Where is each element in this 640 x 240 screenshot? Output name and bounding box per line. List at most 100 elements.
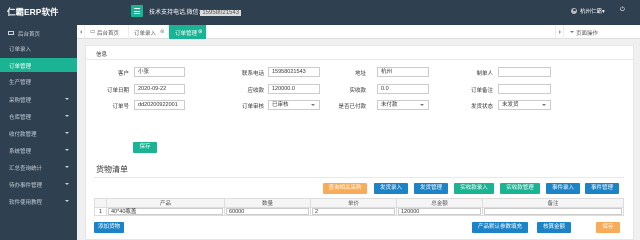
order-remark-field[interactable] [498, 84, 551, 94]
receivable-label: 应收款 [247, 88, 264, 94]
tab-order-entry[interactable]: 订单录入 ⊗ [129, 25, 169, 39]
sidebar-item-label: 待办事件管理 [9, 183, 43, 189]
sidebar-item-label: 系统管理 [9, 149, 32, 155]
sidebar-item-home[interactable]: 后台首页 [0, 26, 77, 40]
creator-label: 制单人 [476, 71, 493, 77]
paid-select[interactable]: 未付款 [377, 100, 429, 110]
tab-label: 订单录入 [134, 31, 157, 37]
sidebar-item-system[interactable]: 系统管理 [0, 143, 77, 157]
sidebar-item-label: 仓库管理 [9, 115, 32, 121]
ship-manage-button[interactable]: 发货管理 [414, 183, 448, 194]
goods-table: 产品 数量 单价 总金额 备注 1 40*40瓶盖 60000 2 120000 [94, 198, 624, 216]
column-header: 备注 [482, 198, 624, 208]
ship-status-label: 发货状态 [470, 104, 493, 110]
column-header: 数量 [224, 198, 311, 208]
tab-home[interactable]: ▭ 后台首页 [85, 25, 129, 39]
sidebar-item-label: 汇总查询统计 [9, 166, 43, 172]
save-button[interactable]: 保存 [133, 142, 157, 153]
sidebar-item-production[interactable]: 生产管理 [0, 74, 77, 88]
fill-defaults-button[interactable]: 产品默认参数填充 [472, 222, 528, 233]
column-header: 总金额 [396, 198, 483, 208]
chevron-down-icon [570, 31, 574, 33]
tab-scroll-right-button[interactable] [555, 25, 563, 39]
payment-entry-button[interactable]: 实收款录入 [454, 183, 494, 194]
sidebar-item-todo[interactable]: 待办事件管理 [0, 177, 77, 191]
exit-icon[interactable]: ⏻ [620, 7, 625, 14]
order-panel: 信息 客户 小张 联系电话 15958021543 地址 杭州 制单人 订单日期… [85, 45, 634, 240]
sidebar-item-order-entry[interactable]: 订单录入 [0, 41, 77, 55]
qty-input[interactable]: 60000 [226, 208, 309, 215]
chevron-down-icon [65, 149, 69, 151]
table-row: 1 40*40瓶盖 60000 2 120000 [94, 207, 624, 216]
panel-header: 信息 [86, 46, 633, 60]
customer-field[interactable]: 小张 [134, 67, 185, 77]
brand-title: 仁霸ERP软件 [7, 7, 59, 17]
phone-label: 联系电话 [241, 71, 264, 77]
ship-entry-button[interactable]: 发货录入 [374, 183, 408, 194]
address-field[interactable]: 杭州 [377, 67, 429, 77]
paid-label: 是否已付款 [338, 104, 366, 110]
sidebar-item-stats[interactable]: 汇总查询统计 [0, 160, 77, 174]
total-cell[interactable]: 120000 [396, 207, 483, 216]
audit-select[interactable]: 已审核 [268, 100, 320, 110]
tab-label: 订单管理 [175, 31, 198, 37]
page-ops-label: 页面操作 [576, 31, 599, 37]
support-info: 技术支持电话,微信: 15958021543 [149, 7, 242, 16]
total-input[interactable]: 120000 [398, 208, 481, 215]
add-goods-button[interactable]: 添加货物 [94, 222, 124, 233]
ship-status-value: 未发货 [502, 102, 519, 108]
sidebar-item-purchase[interactable]: 采购管理 [0, 92, 77, 106]
query-purchase-button[interactable]: 查询相关采购 [323, 183, 367, 194]
order-no-label: 订单号 [112, 104, 129, 110]
menu-toggle-button[interactable] [131, 5, 143, 17]
sidebar-item-warehouse[interactable]: 仓库管理 [0, 109, 77, 123]
order-no-field[interactable]: dd20200922001 [134, 100, 185, 110]
sidebar: 后台首页 订单录入 订单管理 生产管理 采购管理 仓库管理 收付款管理 系统管理… [0, 25, 77, 240]
payment-manage-button[interactable]: 实收款管理 [500, 183, 540, 194]
event-entry-button[interactable]: 事件录入 [546, 183, 580, 194]
event-manage-button[interactable]: 事件管理 [585, 183, 619, 194]
sidebar-item-payments[interactable]: 收付款管理 [0, 126, 77, 140]
address-label: 地址 [354, 71, 366, 77]
price-input[interactable]: 2 [312, 208, 395, 215]
column-header [94, 198, 107, 208]
tab-bar: ▭ 后台首页 订单录入 ⊗ 订单管理 ⊗ 页面操作 [77, 25, 640, 39]
chevron-down-icon [65, 166, 69, 168]
phone-field[interactable]: 15958021543 [268, 67, 320, 77]
calc-amount-button[interactable]: 核算金额 [537, 222, 571, 233]
chevron-down-icon [65, 98, 69, 100]
sidebar-item-label: 采购管理 [9, 98, 32, 104]
save-goods-button[interactable]: 保存 [596, 222, 620, 233]
tab-order-manage[interactable]: 订单管理 ⊗ [169, 25, 207, 39]
note-cell[interactable] [482, 207, 624, 216]
monitor-icon: ▭ [90, 29, 96, 35]
sidebar-item-label: 软件使用教程 [9, 200, 43, 206]
sidebar-item-order-manage[interactable]: 订单管理 [0, 58, 77, 72]
sidebar-item-label: 订单管理 [9, 64, 32, 70]
received-field[interactable]: 0.0 [377, 84, 429, 94]
receivable-field[interactable]: 120000.0 [268, 84, 320, 94]
price-cell[interactable]: 2 [310, 207, 397, 216]
sidebar-item-tutorial[interactable]: 软件使用教程 [0, 194, 77, 208]
close-icon[interactable]: ⊗ [198, 29, 203, 35]
ship-status-select[interactable]: 未发货 [498, 100, 551, 110]
product-input[interactable]: 40*40瓶盖 [108, 208, 223, 215]
user-menu[interactable]: 杭州仁霸▾ [580, 7, 605, 15]
paid-value: 未付款 [381, 102, 398, 108]
product-cell[interactable]: 40*40瓶盖 [106, 207, 225, 216]
chevron-down-icon [65, 132, 69, 134]
audit-label: 订单审核 [241, 104, 264, 110]
avatar[interactable] [571, 8, 577, 14]
tab-scroll-left-button[interactable] [77, 25, 85, 39]
note-input[interactable] [484, 208, 622, 215]
support-label: 技术支持电话,微信: [149, 10, 201, 16]
order-date-field[interactable]: 2020-09-22 [134, 84, 185, 94]
creator-field[interactable] [498, 67, 551, 77]
qty-cell[interactable]: 60000 [224, 207, 311, 216]
sidebar-item-label: 后台首页 [18, 32, 41, 38]
divider [94, 177, 624, 178]
close-icon[interactable]: ⊗ [160, 29, 165, 35]
order-remark-label: 订单备注 [470, 88, 493, 94]
sidebar-item-label: 生产管理 [9, 80, 32, 86]
page-ops-menu[interactable]: 页面操作 [563, 25, 640, 39]
